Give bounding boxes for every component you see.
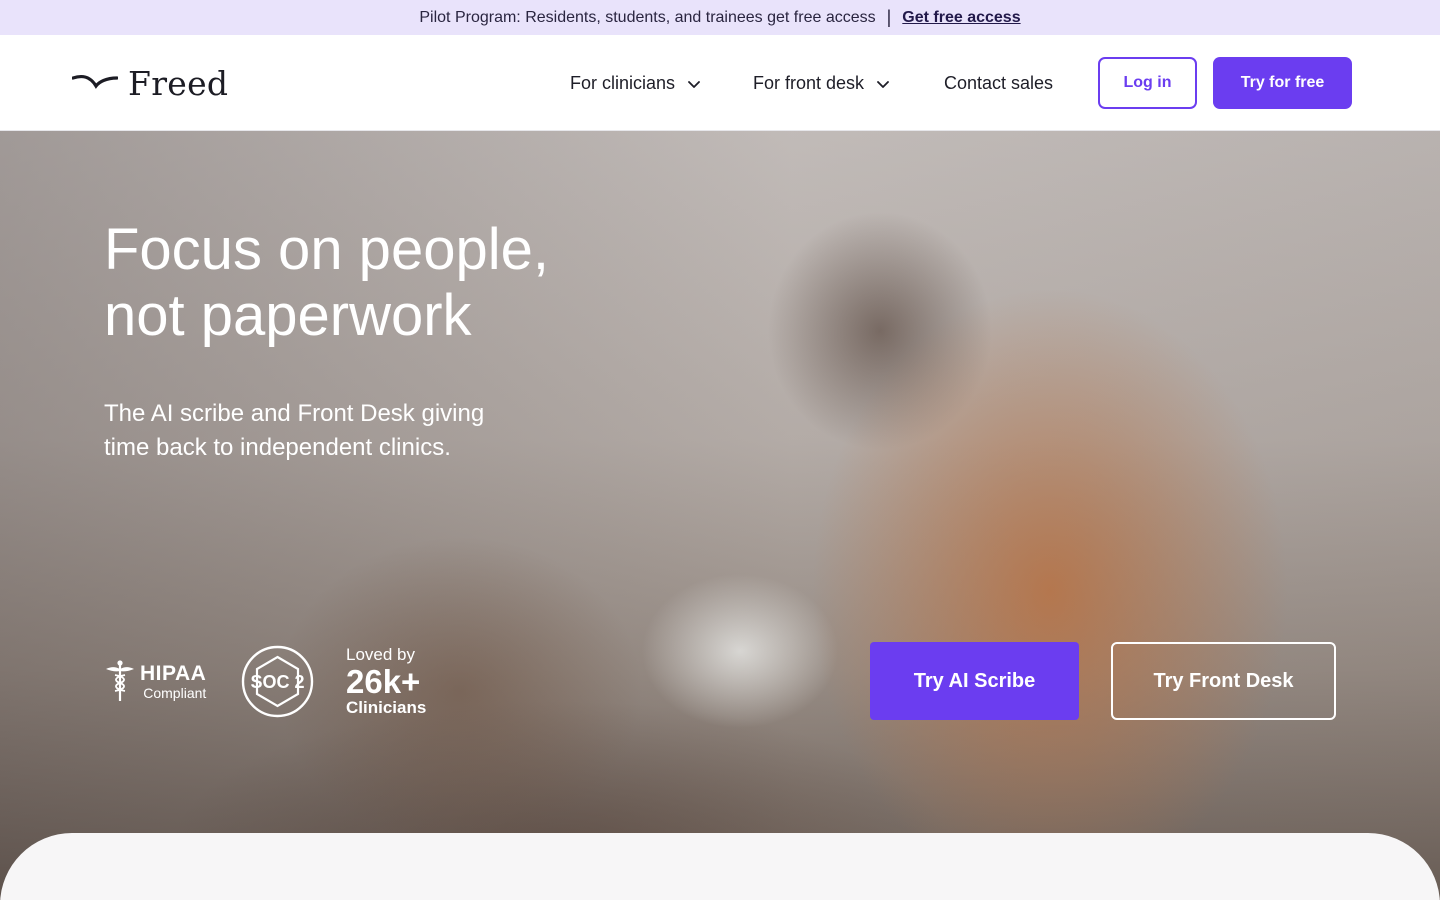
hero-subtitle-line-1: The AI scribe and Front Desk giving — [104, 400, 485, 427]
try-front-desk-button[interactable]: Try Front Desk — [1111, 642, 1336, 720]
chevron-down-icon — [877, 73, 889, 94]
banner-separator: | — [886, 7, 892, 27]
loved-by-label: Loved by — [346, 645, 415, 664]
login-button[interactable]: Log in — [1098, 57, 1197, 109]
hero-title-line-1: Focus on people, — [104, 217, 549, 282]
next-section-card — [0, 833, 1440, 900]
hero-subtitle-line-2: time back to independent clinics. — [104, 434, 451, 461]
hero-title-line-2: not paperwork — [104, 283, 472, 348]
freed-logo-icon — [72, 74, 118, 89]
top-navigation: Freed For clinicians For front desk Cont… — [0, 35, 1440, 131]
freed-logo[interactable]: Freed — [72, 63, 228, 103]
hero-subtitle: The AI scribe and Front Desk giving time… — [104, 397, 564, 465]
nav-for-front-desk[interactable]: For front desk — [753, 35, 889, 131]
chevron-down-icon — [688, 73, 700, 94]
get-free-access-link[interactable]: Get free access — [902, 9, 1020, 27]
hero-section: Focus on people, not paperwork The AI sc… — [0, 131, 1440, 900]
nav-for-front-desk-label: For front desk — [753, 72, 865, 93]
nav-contact-sales-label: Contact sales — [944, 72, 1054, 93]
nav-for-clinicians[interactable]: For clinicians — [570, 35, 700, 131]
announcement-banner: Pilot Program: Residents, students, and … — [0, 0, 1440, 35]
try-ai-scribe-button[interactable]: Try AI Scribe — [870, 642, 1079, 720]
loved-by-stat: Loved by 26k+ Clinicians — [346, 646, 426, 716]
soc2-label: SOC 2 — [250, 672, 304, 692]
hipaa-subtitle: Compliant — [143, 684, 207, 701]
nav-contact-sales[interactable]: Contact sales — [944, 35, 1053, 131]
nav-for-clinicians-label: For clinicians — [570, 72, 676, 93]
hipaa-title: HIPAA — [140, 661, 207, 685]
soc2-badge-icon: SOC 2 — [241, 645, 314, 718]
hero-title: Focus on people, not paperwork — [104, 217, 704, 349]
hipaa-badge: HIPAA Compliant — [104, 659, 206, 703]
logo-text: Freed — [128, 63, 229, 103]
loved-by-who: Clinicians — [346, 698, 427, 717]
try-for-free-button[interactable]: Try for free — [1213, 57, 1352, 109]
caduceus-icon — [106, 660, 134, 701]
soc2-badge: SOC 2 — [241, 645, 314, 718]
banner-text: Pilot Program: Residents, students, and … — [419, 8, 876, 26]
loved-by-count: 26k+ — [346, 663, 421, 700]
